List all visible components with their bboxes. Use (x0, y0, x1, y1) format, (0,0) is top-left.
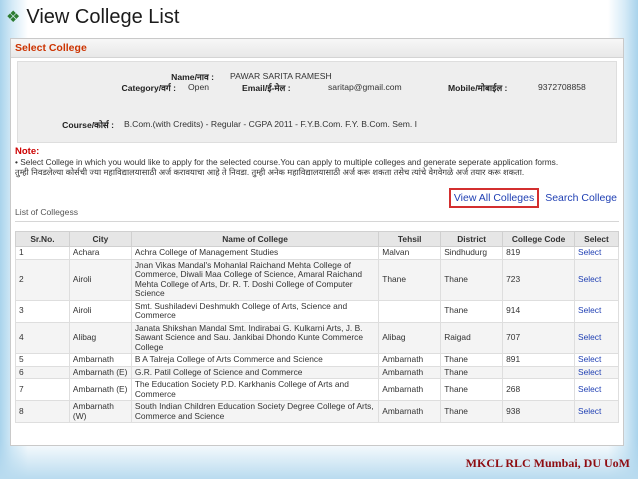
cell-sr-no: 6 (15, 365, 70, 379)
cell-tehsil: Ambarnath (378, 365, 442, 379)
cell-city: Ambarnath (E) (68, 365, 132, 379)
note-section: Note: • Select College in which you woul… (15, 146, 619, 178)
email-value: saritap@gmail.com (328, 82, 402, 92)
table-header-row: Sr.No. City Name of College Tehsil Distr… (15, 231, 619, 247)
cell-sr-no: 2 (15, 258, 70, 301)
slide-title-text: View College List (26, 6, 180, 28)
note-text-english: • Select College in which you would like… (15, 157, 559, 167)
header-district: District (440, 231, 504, 247)
cell-district: Thane (440, 258, 504, 301)
category-label: Category/वर्ग : (121, 83, 176, 93)
cell-tehsil: Ambarnath (378, 353, 442, 367)
select-link[interactable]: Select (574, 400, 619, 423)
cell-city: Ambarnath (E) (68, 378, 132, 401)
panel-header: Select College (11, 39, 623, 58)
select-link[interactable]: Select (574, 246, 619, 260)
search-college-link[interactable]: Search College (545, 192, 617, 204)
select-link[interactable]: Select (574, 353, 619, 367)
note-title: Note: (15, 146, 40, 157)
name-value: PAWAR SARITA RAMESH (230, 71, 332, 81)
cell-college-name: B A Talreja College of Arts Commerce and… (130, 353, 380, 367)
cell-college-code: 891 (502, 353, 576, 367)
cell-college-name: Janata Shikshan Mandal Smt. Indirabai G.… (130, 321, 380, 354)
cell-district: Thane (440, 365, 504, 379)
table-row: 8 Ambarnath (W) South Indian Children Ed… (15, 400, 619, 423)
list-actions: View All Colleges Search College (448, 188, 617, 208)
cell-college-code: 268 (502, 378, 576, 401)
cell-tehsil: Ambarnath (378, 378, 442, 401)
list-title: List of Collegess (15, 207, 619, 222)
table-row: 2 Airoli Jnan Vikas Mandal's Mohanlal Ra… (15, 258, 619, 301)
student-info-box: Name/नाव : PAWAR SARITA RAMESH Category/… (17, 61, 617, 143)
mobile-value: 9372708858 (538, 82, 586, 92)
cell-sr-no: 4 (15, 321, 70, 354)
select-link[interactable]: Select (574, 299, 619, 323)
cell-sr-no: 5 (15, 353, 70, 367)
cell-city: Airoli (68, 258, 132, 301)
table-row: 5 Ambarnath B A Talreja College of Arts … (15, 353, 619, 367)
slide-title: ❖ View College List (6, 6, 179, 29)
cell-city: Alibag (68, 321, 132, 354)
cell-tehsil: Alibag (378, 321, 442, 354)
header-college-name: Name of College (130, 231, 380, 247)
cell-college-code: 819 (502, 246, 576, 260)
cell-city: Airoli (68, 299, 132, 323)
email-label: Email/ई-मेल : (242, 83, 291, 93)
mobile-label: Mobile/मोबाईल : (448, 83, 508, 93)
course-label: Course/कोर्स : (62, 120, 114, 130)
table-row: 1 Achara Achra College of Management Stu… (15, 246, 619, 260)
cell-college-name: South Indian Children Education Society … (130, 400, 380, 423)
header-sr-no: Sr.No. (15, 231, 70, 247)
select-link[interactable]: Select (574, 365, 619, 379)
cell-college-code: 914 (502, 299, 576, 323)
cell-tehsil: Malvan (378, 246, 442, 260)
cell-college-name: Smt. Sushiladevi Deshmukh College of Art… (130, 299, 380, 323)
cell-district: Thane (440, 299, 504, 323)
header-city: City (68, 231, 132, 247)
cell-college-name: Achra College of Management Studies (130, 246, 380, 260)
select-link[interactable]: Select (574, 258, 619, 301)
table-row: 7 Ambarnath (E) The Education Society P.… (15, 378, 619, 401)
cell-tehsil: Ambarnath (378, 400, 442, 423)
cell-district: Thane (440, 400, 504, 423)
cell-college-code: 938 (502, 400, 576, 423)
cell-tehsil: Thane (378, 258, 442, 301)
cell-college-name: G.R. Patil College of Science and Commer… (130, 365, 380, 379)
cell-district: Thane (440, 378, 504, 401)
cell-college-code (502, 365, 576, 379)
note-text-marathi: तुम्ही निवडलेल्या कोर्सची ज्या महाविद्या… (15, 167, 525, 177)
cell-sr-no: 3 (15, 299, 70, 323)
diamond-bullet-icon: ❖ (6, 8, 21, 26)
cell-district: Thane (440, 353, 504, 367)
cell-college-code: 707 (502, 321, 576, 354)
course-value: B.Com.(with Credits) - Regular - CGPA 20… (124, 119, 418, 129)
footer-credit: MKCL RLC Mumbai, DU UoM (465, 456, 630, 470)
header-select: Select (574, 231, 619, 247)
cell-district: Sindhudurg (440, 246, 504, 260)
cell-college-name: The Education Society P.D. Karkhanis Col… (130, 378, 380, 401)
cell-college-code: 723 (502, 258, 576, 301)
select-college-panel: Select College Name/नाव : PAWAR SARITA R… (10, 38, 624, 446)
cell-city: Achara (68, 246, 132, 260)
select-link[interactable]: Select (574, 378, 619, 401)
table-row: 3 Airoli Smt. Sushiladevi Deshmukh Colle… (15, 299, 619, 323)
cell-sr-no: 1 (15, 246, 70, 260)
cell-college-name: Jnan Vikas Mandal's Mohanlal Raichand Me… (130, 258, 380, 301)
view-all-colleges-button[interactable]: View All Colleges (448, 188, 540, 208)
header-tehsil: Tehsil (378, 231, 442, 247)
cell-sr-no: 7 (15, 378, 70, 401)
header-college-code: College Code (502, 231, 576, 247)
colleges-table: Sr.No. City Name of College Tehsil Distr… (15, 231, 619, 423)
cell-sr-no: 8 (15, 400, 70, 423)
cell-city: Ambarnath (68, 353, 132, 367)
category-value: Open (188, 82, 210, 92)
table-row: 6 Ambarnath (E) G.R. Patil College of Sc… (15, 365, 619, 379)
cell-city: Ambarnath (W) (68, 400, 132, 423)
table-row: 4 Alibag Janata Shikshan Mandal Smt. Ind… (15, 321, 619, 354)
select-link[interactable]: Select (574, 321, 619, 354)
cell-district: Raigad (440, 321, 504, 354)
cell-tehsil (378, 299, 442, 323)
